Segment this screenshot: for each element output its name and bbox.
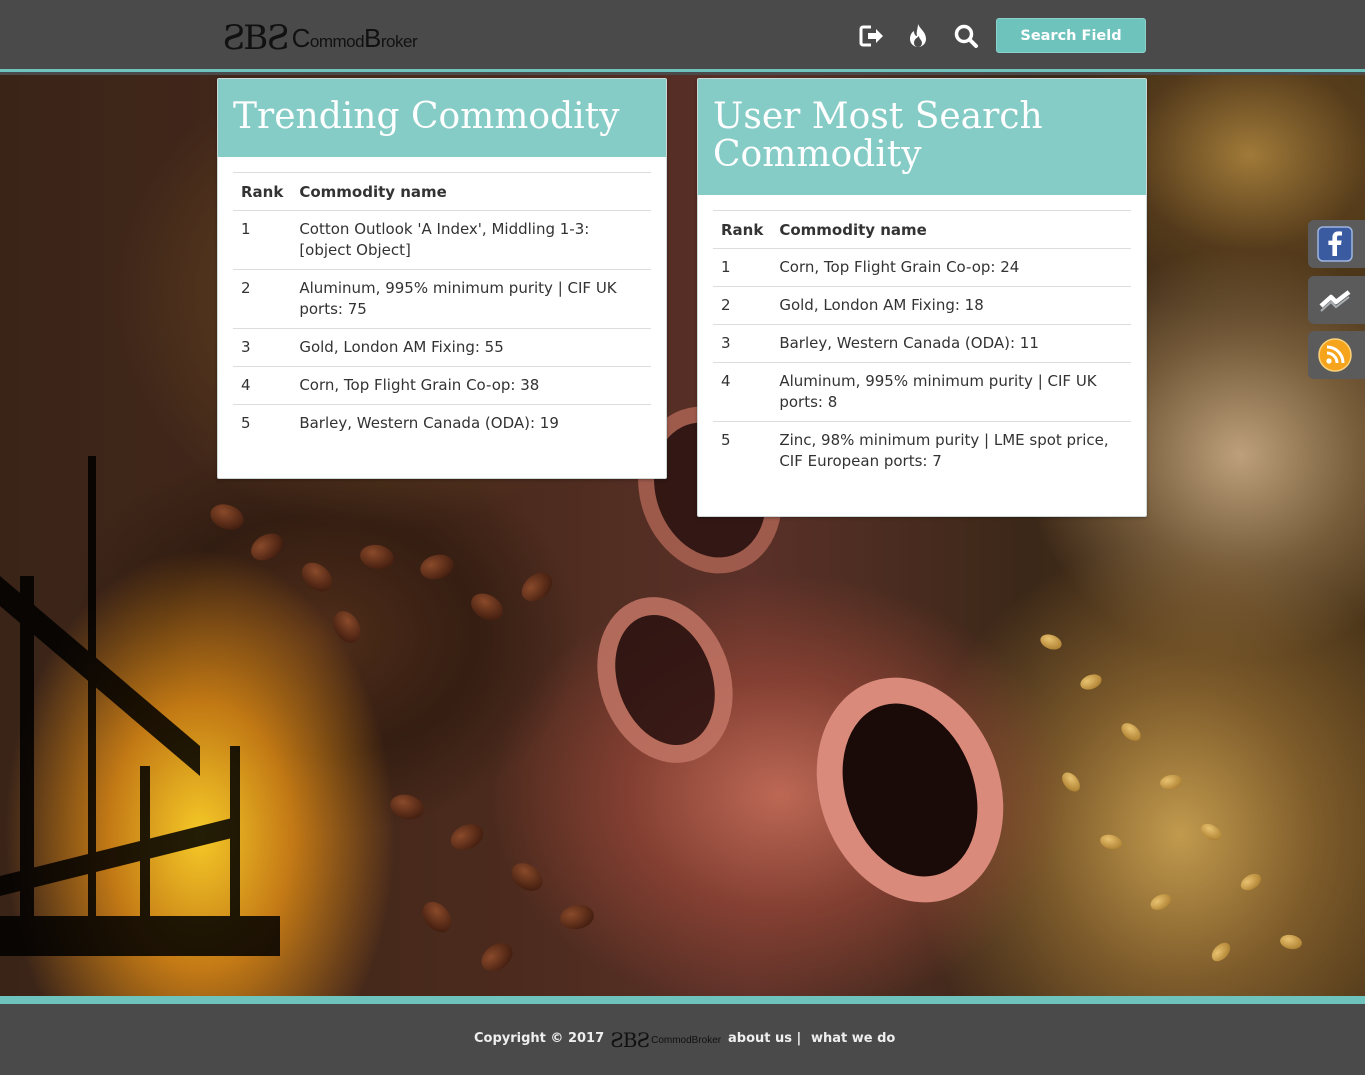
- wheat-grain: [1237, 870, 1265, 894]
- search-icon[interactable]: [952, 22, 980, 50]
- wheat-grain: [1038, 631, 1064, 653]
- commodity-name-cell: Aluminum, 995% minimum purity | CIF UK p…: [771, 362, 1131, 422]
- card-title: User Most Search Commodity: [698, 79, 1146, 195]
- commodity-name-cell: Barley, Western Canada (ODA): 11: [771, 324, 1131, 363]
- footer-logo[interactable]: ƧBƧ CommodBroker: [610, 1028, 721, 1052]
- table-row: 2 Aluminum, 995% minimum purity | CIF UK …: [233, 269, 651, 329]
- rank-cell: 1: [713, 248, 772, 287]
- card-title: Trending Commodity: [218, 79, 666, 157]
- commodity-name-cell: Corn, Top Flight Grain Co-op: 38: [291, 366, 651, 405]
- coffee-bean: [296, 556, 338, 598]
- table-row: 1 Corn, Top Flight Grain Co-op: 24: [713, 248, 1131, 287]
- commodbroker-logo[interactable]: ƧBƧ CommodBroker: [222, 18, 418, 58]
- rank-cell: 5: [713, 421, 772, 480]
- commodity-name-cell: Gold, London AM Fixing: 18: [771, 286, 1131, 325]
- most-searched-table: Rank Commodity name 1 Corn, Top Flight Gr…: [713, 210, 1131, 480]
- trending-table: Rank Commodity name 1 Cotton Outlook 'A I…: [233, 172, 651, 442]
- table-row: 4 Aluminum, 995% minimum purity | CIF UK …: [713, 362, 1131, 422]
- commodity-name-cell: Aluminum, 995% minimum purity | CIF UK p…: [291, 269, 651, 329]
- rank-cell: 4: [233, 366, 292, 405]
- facebook-icon: [1317, 226, 1353, 262]
- wheat-grain: [1148, 891, 1174, 913]
- wheat-grain: [1158, 773, 1184, 791]
- rank-cell: 3: [713, 324, 772, 363]
- fire-icon[interactable]: [904, 22, 932, 50]
- rank-cell: 3: [233, 328, 292, 367]
- column-header-rank: Rank: [713, 210, 772, 249]
- coffee-bean: [446, 818, 488, 856]
- coffee-bean: [416, 896, 458, 938]
- coffee-bean: [328, 606, 366, 648]
- footer-logo-wordmark: CommodBroker: [651, 1034, 722, 1046]
- trending-commodity-card: Trending Commodity Rank Commodity name 1…: [217, 78, 667, 479]
- wheat-grain: [1058, 769, 1084, 795]
- coffee-bean: [558, 902, 596, 932]
- footer-accent-bar: [0, 996, 1365, 1004]
- table-row: 4 Corn, Top Flight Grain Co-op: 38: [233, 366, 651, 405]
- table-row: 1 Cotton Outlook 'A Index', Middling 1-3:…: [233, 210, 651, 270]
- table-row: 5 Barley, Western Canada (ODA): 19: [233, 404, 651, 442]
- wheat-grain: [1197, 820, 1225, 844]
- coffee-bean: [466, 588, 508, 626]
- wheat-grain: [1278, 933, 1304, 951]
- about-us-link[interactable]: about us |: [728, 1031, 801, 1046]
- search-field-button[interactable]: Search Field: [996, 18, 1146, 53]
- wheat-grain: [1208, 939, 1234, 965]
- coffee-bean: [387, 791, 427, 823]
- logo-wordmark: CommodBroker: [291, 22, 418, 53]
- copyright-text: Copyright © 2017: [474, 1031, 605, 1046]
- wheat-grain: [1078, 671, 1104, 693]
- commodity-name-cell: Gold, London AM Fixing: 55: [291, 328, 651, 367]
- stocktwits-icon: [1319, 290, 1351, 312]
- most-searched-commodity-card: User Most Search Commodity Rank Commodit…: [697, 78, 1147, 517]
- table-row: 3 Gold, London AM Fixing: 55: [233, 328, 651, 367]
- coffee-bean: [516, 566, 558, 608]
- table-row: 2 Gold, London AM Fixing: 18: [713, 286, 1131, 325]
- rank-cell: 2: [713, 286, 772, 325]
- coffee-bean: [417, 551, 457, 583]
- wheat-grain: [1098, 832, 1124, 852]
- coffee-bean: [506, 857, 548, 897]
- rank-cell: 5: [233, 404, 292, 442]
- rss-icon: [1318, 338, 1352, 372]
- commodities-background-image: [0, 75, 1365, 996]
- commodity-name-cell: Cotton Outlook 'A Index', Middling 1-3: …: [291, 210, 651, 270]
- footer-logo-mark: ƧBƧ: [610, 1028, 650, 1052]
- column-header-commodity-name: Commodity name: [291, 172, 651, 211]
- column-header-rank: Rank: [233, 172, 292, 211]
- rank-cell: 4: [713, 362, 772, 422]
- rank-cell: 1: [233, 210, 292, 270]
- rank-cell: 2: [233, 269, 292, 329]
- footer: Copyright © 2017 ƧBƧ CommodBroker about …: [0, 1004, 1365, 1075]
- stocktwits-button[interactable]: [1308, 276, 1365, 324]
- table-row: 5 Zinc, 98% minimum purity | LME spot pri…: [713, 421, 1131, 480]
- commodity-name-cell: Barley, Western Canada (ODA): 19: [291, 404, 651, 442]
- column-header-commodity-name: Commodity name: [771, 210, 1131, 249]
- top-navbar: ƧBƧ CommodBroker Search Field: [0, 0, 1365, 72]
- what-we-do-link[interactable]: what we do: [811, 1031, 895, 1046]
- commodity-name-cell: Zinc, 98% minimum purity | LME spot pric…: [771, 421, 1131, 480]
- logo-mark: ƧBƧ: [222, 18, 290, 58]
- coffee-bean: [358, 542, 396, 572]
- copper-pipe: [786, 651, 1034, 929]
- commodity-name-cell: Corn, Top Flight Grain Co-op: 24: [771, 248, 1131, 287]
- table-row: 3 Barley, Western Canada (ODA): 11: [713, 324, 1131, 363]
- copper-pipe: [574, 577, 756, 783]
- wheat-grain: [1118, 719, 1144, 745]
- sign-out-icon[interactable]: [858, 22, 886, 50]
- rss-button[interactable]: [1308, 331, 1365, 379]
- facebook-button[interactable]: [1308, 220, 1365, 268]
- coffee-bean: [476, 937, 518, 977]
